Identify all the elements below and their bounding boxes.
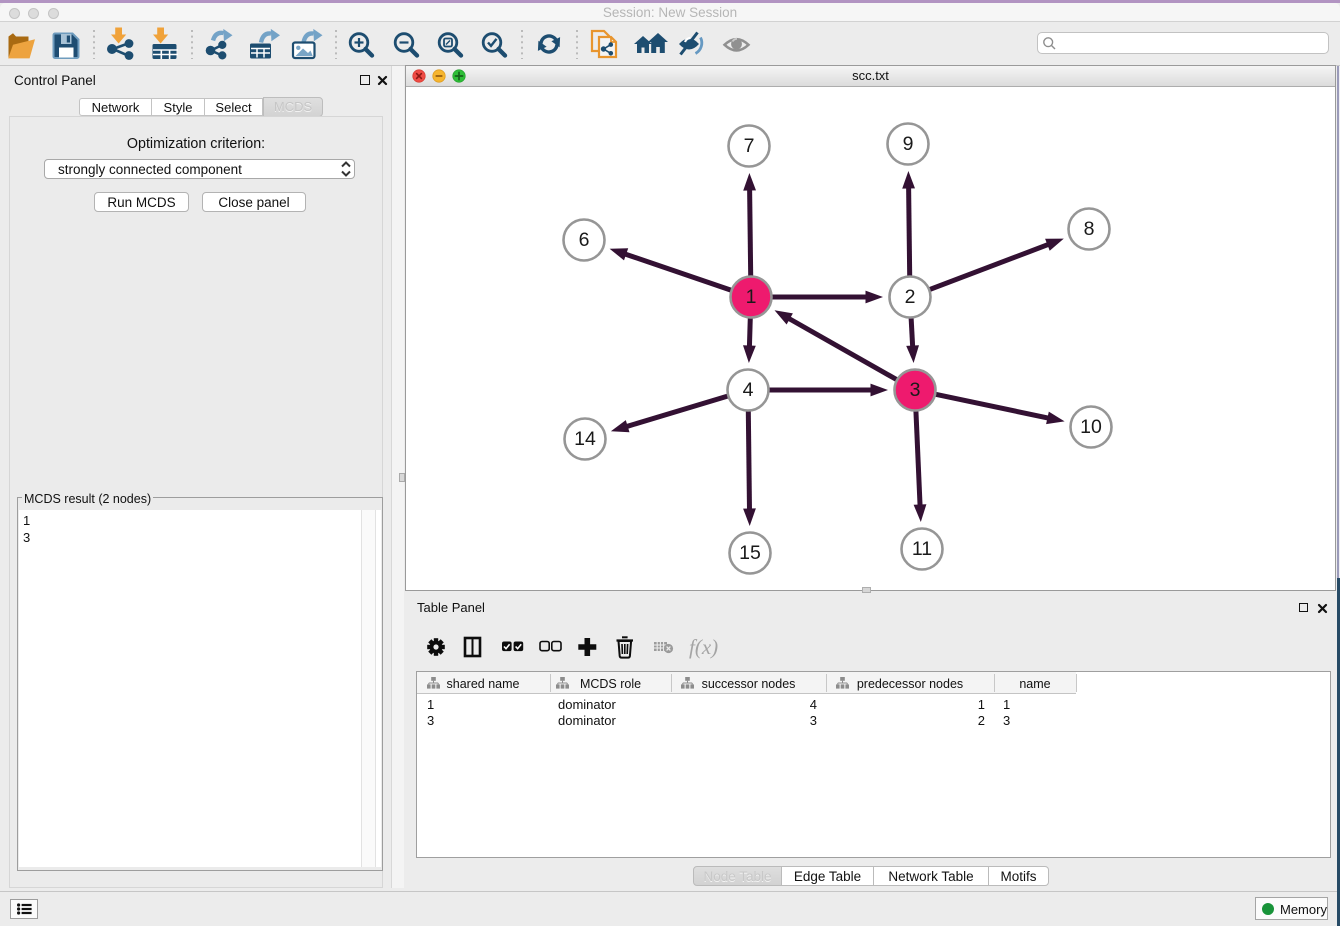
svg-text:4: 4 [743, 379, 754, 401]
svg-text:7: 7 [744, 135, 755, 157]
svg-text:9: 9 [903, 133, 914, 155]
svg-text:f(x): f(x) [689, 635, 718, 659]
svg-text:15: 15 [739, 542, 761, 564]
svg-text:8: 8 [1084, 218, 1095, 240]
svg-text:6: 6 [579, 229, 590, 251]
svg-text:14: 14 [574, 428, 596, 450]
svg-text:3: 3 [910, 379, 921, 401]
svg-text:10: 10 [1080, 416, 1102, 438]
svg-text:1: 1 [746, 286, 757, 308]
svg-text:2: 2 [905, 286, 916, 308]
svg-text:11: 11 [912, 538, 932, 560]
